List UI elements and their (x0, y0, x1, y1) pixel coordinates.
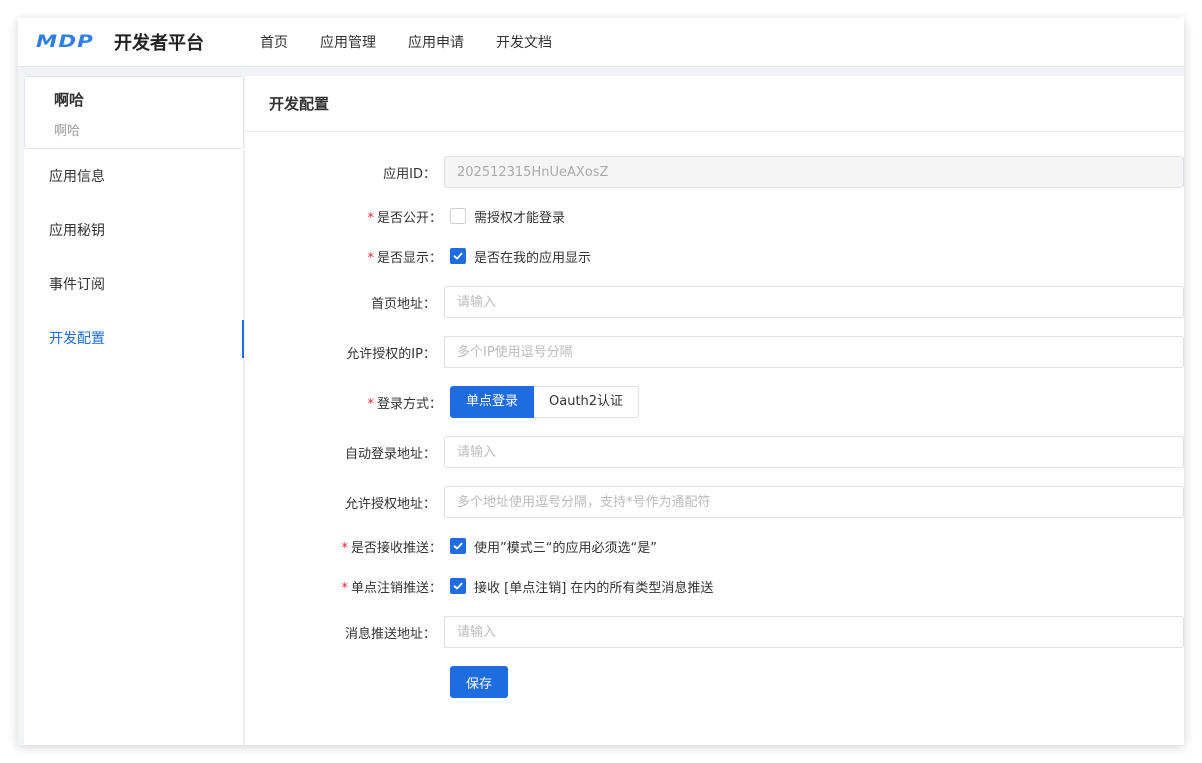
form-row-actions: 保存 (245, 666, 1184, 698)
field-label: 允许授权的IP： (346, 346, 436, 362)
form-row-allowed-auth-url: 允许授权地址： (245, 486, 1184, 518)
main-content: 开发配置 应用ID： *是否公开： 需授权才能登录 *是否显示： (245, 76, 1184, 745)
sidebar-menu: 应用信息 应用秘钥 事件订阅 开发配置 (24, 149, 244, 745)
sidebar-item-event-subscription[interactable]: 事件订阅 (24, 258, 244, 312)
mdp-logo-mark: MDP (36, 32, 95, 52)
home-url-input[interactable] (444, 286, 1184, 318)
form-row-auto-login-url: 自动登录地址： (245, 436, 1184, 468)
receive-push-checkbox[interactable] (450, 538, 466, 554)
form-row-msg-push-url: 消息推送地址： (245, 616, 1184, 648)
app-subtitle: 啊哈 (54, 124, 81, 139)
sidebar: 啊哈 啊哈 应用信息 应用秘钥 事件订阅 开发配置 (24, 76, 244, 745)
field-label: 允许授权地址： (344, 496, 436, 512)
auto-login-url-input[interactable] (444, 436, 1184, 468)
nav-item-dev-docs[interactable]: 开发文档 (496, 32, 552, 52)
form-row-receive-push: * 是否接收推送： 使用”模式三“的应用必须选“是” (245, 536, 1184, 556)
app-id-field (444, 156, 1184, 188)
sidebar-item-app-info[interactable]: 应用信息 (24, 150, 244, 204)
form-row-is-public: * 是否公开： 需授权才能登录 (245, 206, 1184, 226)
field-label: * 单点注销推送： (341, 580, 442, 596)
msg-push-url-input[interactable] (444, 616, 1184, 648)
main-nav: 首页 应用管理 应用申请 开发文档 (260, 32, 584, 52)
form-row-is-shown: * 是否显示： 是否在我的应用显示 (245, 246, 1184, 266)
top-navbar: MDP 开发者平台 首页 应用管理 应用申请 开发文档 (18, 18, 1184, 67)
sidebar-item-dev-config[interactable]: 开发配置 (24, 312, 244, 366)
checkbox-label: 是否在我的应用显示 (474, 250, 592, 266)
nav-item-app-management[interactable]: 应用管理 (320, 32, 376, 52)
form-row-home-url: 首页地址： (245, 286, 1184, 318)
checkbox-label: 需授权才能登录 (474, 210, 566, 226)
logo[interactable]: MDP 开发者平台 (36, 29, 204, 55)
is-public-checkbox[interactable] (450, 208, 466, 224)
login-method-sso-button[interactable]: 单点登录 (450, 386, 535, 418)
login-method-selector: 单点登录 Oauth2认证 (450, 386, 640, 418)
field-label: 自动登录地址： (344, 446, 436, 462)
app-name: 啊哈 (54, 91, 85, 109)
field-label: 应用ID： (383, 166, 436, 182)
field-label: * 是否接收推送： (341, 540, 442, 556)
form-row-login-method: * 登录方式： 单点登录 Oauth2认证 (245, 386, 1184, 418)
field-label: 首页地址： (370, 296, 436, 312)
app-card: 啊哈 啊哈 (24, 76, 244, 149)
app-window: MDP 开发者平台 首页 应用管理 应用申请 开发文档 啊哈 啊哈 应用信息 应… (18, 18, 1184, 745)
save-button[interactable]: 保存 (450, 666, 509, 698)
form-row-app-id: 应用ID： (245, 156, 1184, 188)
allowed-auth-url-input[interactable] (444, 486, 1184, 518)
field-label: * 是否显示： (367, 250, 442, 266)
checkbox-label: 接收 [单点注销] 在内的所有类型消息推送 (474, 580, 714, 596)
sso-logout-push-checkbox[interactable] (450, 578, 466, 594)
nav-item-home[interactable]: 首页 (260, 32, 288, 52)
sidebar-item-app-secret[interactable]: 应用秘钥 (24, 204, 244, 258)
field-label: * 登录方式： (367, 396, 442, 412)
nav-item-app-apply[interactable]: 应用申请 (408, 32, 464, 52)
allowed-ip-input[interactable] (444, 336, 1184, 368)
check-icon (453, 542, 463, 550)
page-title: 开发配置 (245, 76, 1184, 132)
check-icon (453, 582, 463, 590)
form-row-sso-logout-push: * 单点注销推送： 接收 [单点注销] 在内的所有类型消息推送 (245, 576, 1184, 596)
form-row-allowed-ip: 允许授权的IP： (245, 336, 1184, 368)
is-shown-checkbox[interactable] (450, 248, 466, 264)
field-label: 消息推送地址： (344, 626, 436, 642)
check-icon (453, 252, 463, 260)
checkbox-label: 使用”模式三“的应用必须选“是” (474, 540, 657, 556)
field-label: * 是否公开： (367, 210, 442, 226)
sidebar-divider (24, 366, 244, 745)
login-method-oauth2-button[interactable]: Oauth2认证 (534, 386, 640, 418)
